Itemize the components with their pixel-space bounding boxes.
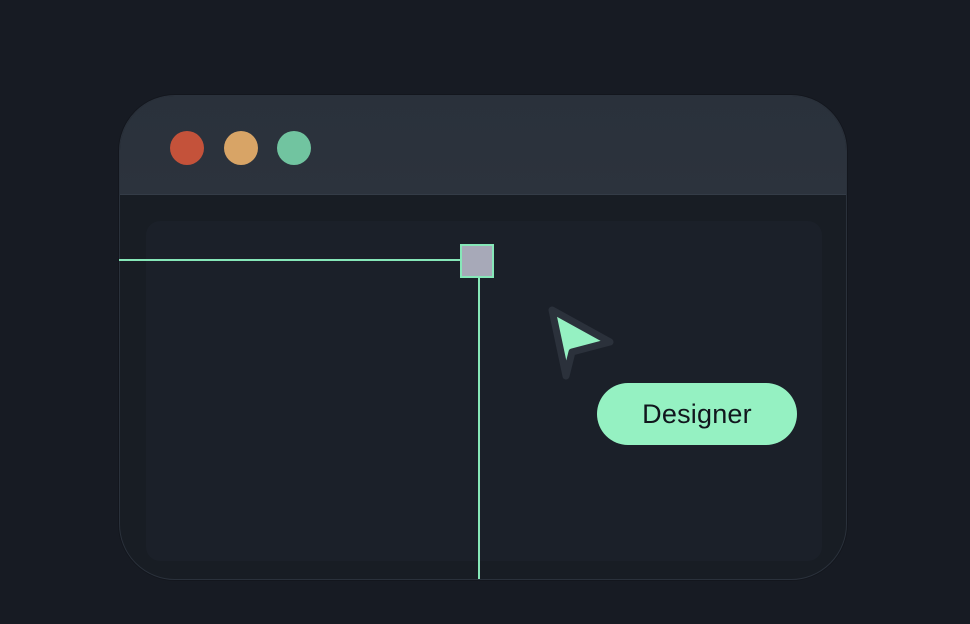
collaborator-name-tag: Designer xyxy=(597,383,797,445)
minimize-window-button[interactable] xyxy=(224,131,258,165)
vertical-guide-line xyxy=(478,277,480,579)
close-window-button[interactable] xyxy=(170,131,204,165)
selection-handle[interactable] xyxy=(460,244,494,278)
pointer-cursor-icon xyxy=(548,306,614,380)
horizontal-guide-line xyxy=(119,259,462,261)
collaborator-name: Designer xyxy=(642,398,752,429)
cursor-shape xyxy=(548,306,614,380)
app-window xyxy=(119,95,847,580)
maximize-window-button[interactable] xyxy=(277,131,311,165)
window-titlebar xyxy=(120,96,846,195)
